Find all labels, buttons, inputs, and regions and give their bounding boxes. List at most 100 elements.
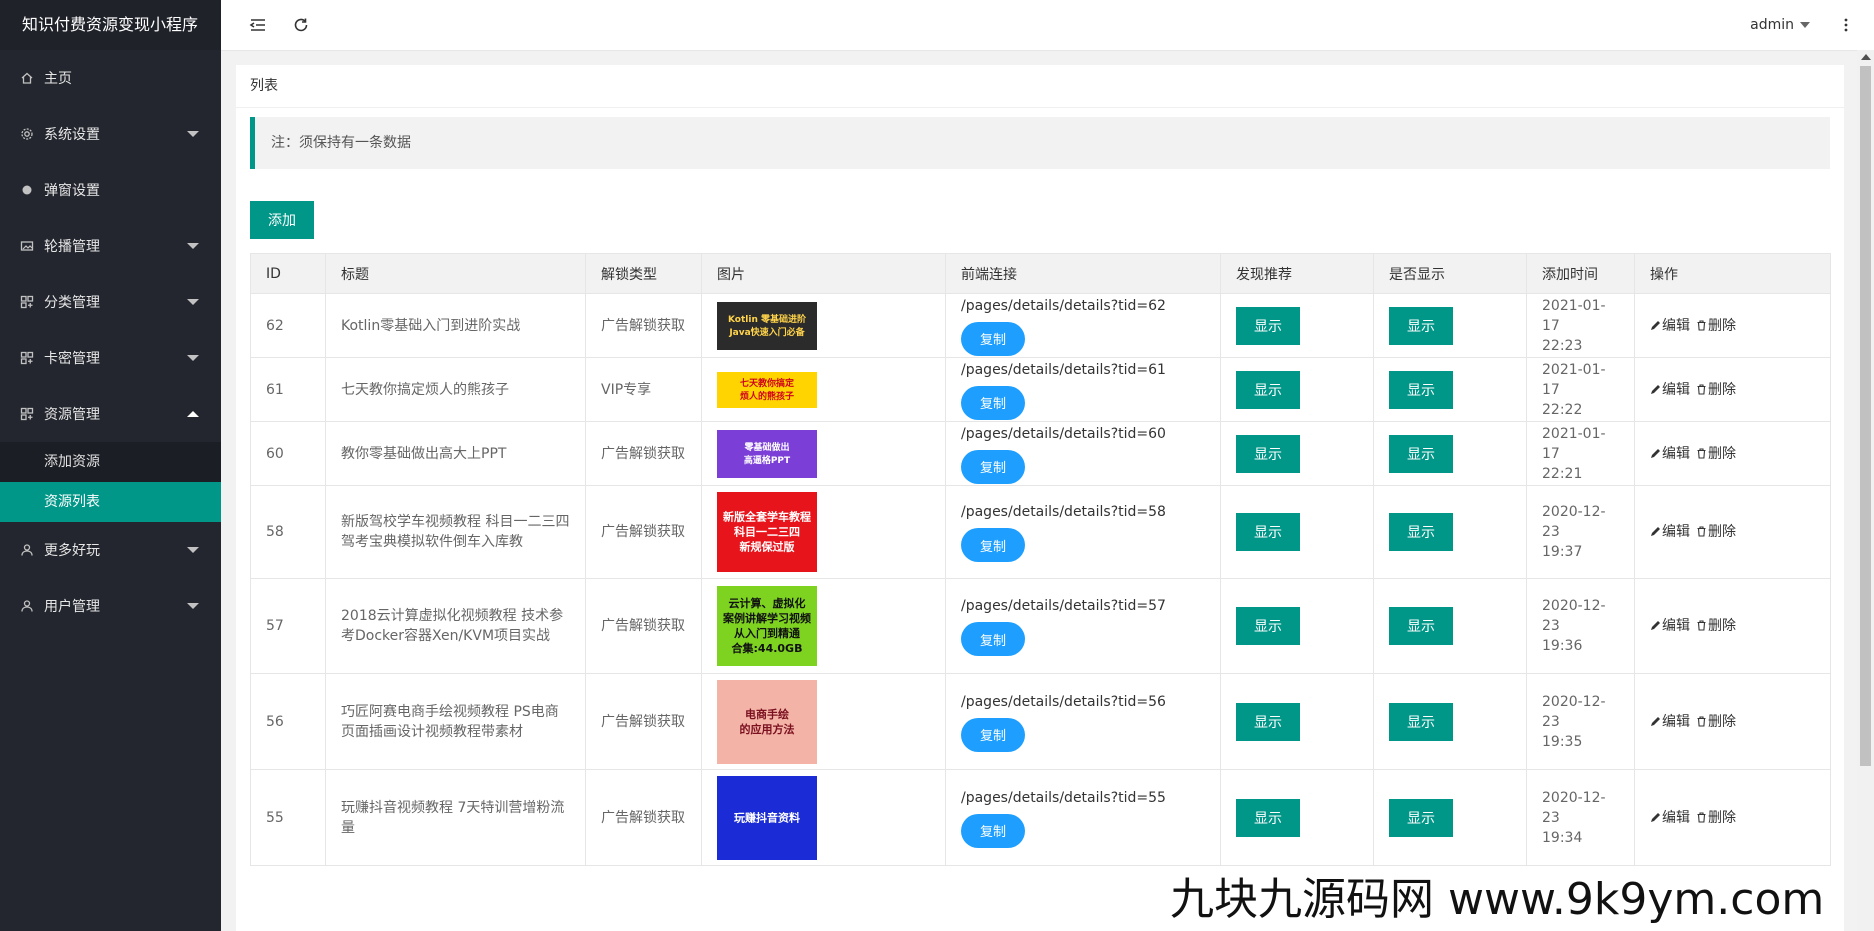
- sidebar-item-0[interactable]: 主页: [0, 50, 221, 106]
- cell-link: /pages/details/details?tid=61 复制: [945, 357, 1221, 422]
- copy-button[interactable]: 复制: [961, 449, 1025, 484]
- table-header: ID 标题 解锁类型 图片 前端连接 发现推荐 是否显示 添加时间 操作: [250, 253, 1831, 294]
- cell-id: 60: [250, 421, 326, 486]
- refresh-button[interactable]: [288, 12, 314, 38]
- discover-toggle-button[interactable]: 显示: [1236, 513, 1300, 551]
- edit-icon: [1651, 384, 1660, 394]
- column-header: 前端连接: [945, 253, 1221, 294]
- sidebar-subnav: 添加资源 资源列表: [0, 442, 221, 522]
- sidebar-subitem-1[interactable]: 资源列表: [0, 482, 221, 522]
- column-header: 图片: [701, 253, 946, 294]
- cell-display: 显示: [1373, 673, 1527, 770]
- table-row: 58 新版驾校学车视频教程 科目一二三四 驾考宝典模拟软件倒车入库教 广告解锁获取新…: [250, 485, 1831, 579]
- thumbnail-image[interactable]: 云计算、虚拟化案例讲解学习视频从入门到精通合集:44.0GB: [717, 586, 817, 666]
- sidebar: 知识付费资源变现小程序 主页 系统设置 弹窗设置 轮播管理分类管理卡密管理 资源管理 添加…: [0, 0, 221, 931]
- thumbnail-image[interactable]: Kotlin 零基础进阶Java快速入门必备: [717, 301, 817, 350]
- display-toggle-button[interactable]: 显示: [1389, 370, 1453, 409]
- thumbnail-image[interactable]: 电商手绘的应用方法: [717, 679, 817, 764]
- sidebar-item-1[interactable]: 系统设置: [0, 106, 221, 162]
- delete-button[interactable]: 删除: [1696, 810, 1736, 826]
- display-toggle-button[interactable]: 显示: [1389, 306, 1453, 345]
- delete-button[interactable]: 删除: [1696, 618, 1736, 634]
- cell-date: 2020-12-23 19:34: [1526, 769, 1635, 866]
- sidebar-item-4[interactable]: 分类管理: [0, 274, 221, 330]
- display-toggle-button[interactable]: 显示: [1389, 434, 1453, 473]
- trash-icon: [1697, 811, 1706, 823]
- menu-fold-icon: [249, 19, 265, 31]
- delete-label: 删除: [1708, 713, 1736, 730]
- cell-link: /pages/details/details?tid=55 复制: [945, 769, 1221, 866]
- cell-display: 显示: [1373, 421, 1527, 486]
- edit-button[interactable]: 编辑: [1650, 524, 1690, 540]
- chevron-down-icon: [1800, 22, 1810, 28]
- delete-button[interactable]: 删除: [1696, 318, 1736, 334]
- scroll-up-icon[interactable]: [1861, 54, 1871, 60]
- sidebar-item-8[interactable]: 用户管理: [0, 578, 221, 634]
- sidebar-subitem-0[interactable]: 添加资源: [0, 442, 221, 482]
- copy-button[interactable]: 复制: [961, 622, 1025, 656]
- delete-button[interactable]: 删除: [1696, 446, 1736, 462]
- sidebar-item-7[interactable]: 更多好玩: [0, 522, 221, 578]
- copy-button[interactable]: 复制: [961, 717, 1025, 752]
- cell-date: 2020-12-23 19:36: [1526, 578, 1635, 674]
- delete-button[interactable]: 删除: [1696, 714, 1736, 730]
- discover-toggle-button[interactable]: 显示: [1236, 306, 1300, 345]
- discover-toggle-button[interactable]: 显示: [1236, 798, 1300, 837]
- chevron-down-icon: [187, 547, 199, 553]
- edit-button[interactable]: 编辑: [1650, 318, 1690, 334]
- delete-button[interactable]: 删除: [1696, 382, 1736, 398]
- thumbnail-image[interactable]: 新版全套学车教程科目一二三四新规保过版: [717, 492, 817, 572]
- chevron-down-icon: [187, 243, 199, 249]
- copy-button[interactable]: 复制: [961, 528, 1025, 562]
- date-text: 2020-12-23: [1542, 504, 1606, 540]
- content-card: 列表 注：须保持有一条数据 添加 ID 标题 解锁类型 图片 前端连接 发现推荐 是否显示添…: [236, 65, 1844, 931]
- thumbnail-image[interactable]: 零基础做出高逼格PPT: [717, 429, 817, 478]
- link-text: /pages/details/details?tid=60: [961, 425, 1166, 442]
- thumbnail-image[interactable]: 玩赚抖音资料: [717, 775, 817, 860]
- discover-toggle-button[interactable]: 显示: [1236, 607, 1300, 645]
- user-menu[interactable]: admin: [1750, 0, 1810, 50]
- page-scrollbar[interactable]: [1857, 50, 1874, 931]
- column-header: 发现推荐: [1220, 253, 1374, 294]
- svg-text:云计算、虚拟化: 云计算、虚拟化: [729, 596, 806, 610]
- sidebar-item-6[interactable]: 资源管理: [0, 386, 221, 442]
- edit-button[interactable]: 编辑: [1650, 714, 1690, 730]
- svg-text:合集:44.0GB: 合集:44.0GB: [732, 641, 803, 655]
- menu-toggle-button[interactable]: [245, 12, 271, 38]
- sidebar-item-2[interactable]: 弹窗设置: [0, 162, 221, 218]
- add-button[interactable]: 添加: [250, 201, 314, 239]
- svg-text:的应用方法: 的应用方法: [740, 722, 795, 736]
- more-button[interactable]: [1836, 12, 1856, 38]
- sidebar-item-label: 更多好玩: [44, 543, 100, 559]
- edit-button[interactable]: 编辑: [1650, 618, 1690, 634]
- cell-display: 显示: [1373, 578, 1527, 674]
- edit-button[interactable]: 编辑: [1650, 810, 1690, 826]
- copy-button[interactable]: 复制: [961, 385, 1025, 420]
- cell-discover: 显示: [1220, 357, 1374, 422]
- edit-button[interactable]: 编辑: [1650, 382, 1690, 398]
- cell-actions: 编辑 删除: [1634, 421, 1831, 486]
- trash-icon: [1697, 526, 1706, 537]
- copy-button[interactable]: 复制: [961, 813, 1025, 848]
- copy-button[interactable]: 复制: [961, 321, 1025, 356]
- scroll-thumb[interactable]: [1860, 66, 1871, 766]
- display-toggle-button[interactable]: 显示: [1389, 513, 1453, 551]
- edit-button[interactable]: 编辑: [1650, 446, 1690, 462]
- sidebar-item-5[interactable]: 卡密管理: [0, 330, 221, 386]
- display-toggle-button[interactable]: 显示: [1389, 607, 1453, 645]
- discover-toggle-button[interactable]: 显示: [1236, 434, 1300, 473]
- sidebar-item-label: 分类管理: [44, 295, 100, 311]
- display-toggle-button[interactable]: 显示: [1389, 798, 1453, 837]
- thumbnail-image[interactable]: 七天教你搞定烦人的熊孩子: [717, 371, 817, 408]
- link-text: /pages/details/details?tid=56: [961, 693, 1166, 710]
- app-title: 知识付费资源变现小程序: [0, 0, 221, 50]
- column-header: 标题: [325, 253, 586, 294]
- cell-id: 56: [250, 673, 326, 770]
- discover-toggle-button[interactable]: 显示: [1236, 370, 1300, 409]
- delete-button[interactable]: 删除: [1696, 524, 1736, 540]
- sidebar-item-label: 用户管理: [44, 599, 100, 615]
- sidebar-item-3[interactable]: 轮播管理: [0, 218, 221, 274]
- chevron-up-icon: [187, 411, 199, 417]
- discover-toggle-button[interactable]: 显示: [1236, 702, 1300, 741]
- display-toggle-button[interactable]: 显示: [1389, 702, 1453, 741]
